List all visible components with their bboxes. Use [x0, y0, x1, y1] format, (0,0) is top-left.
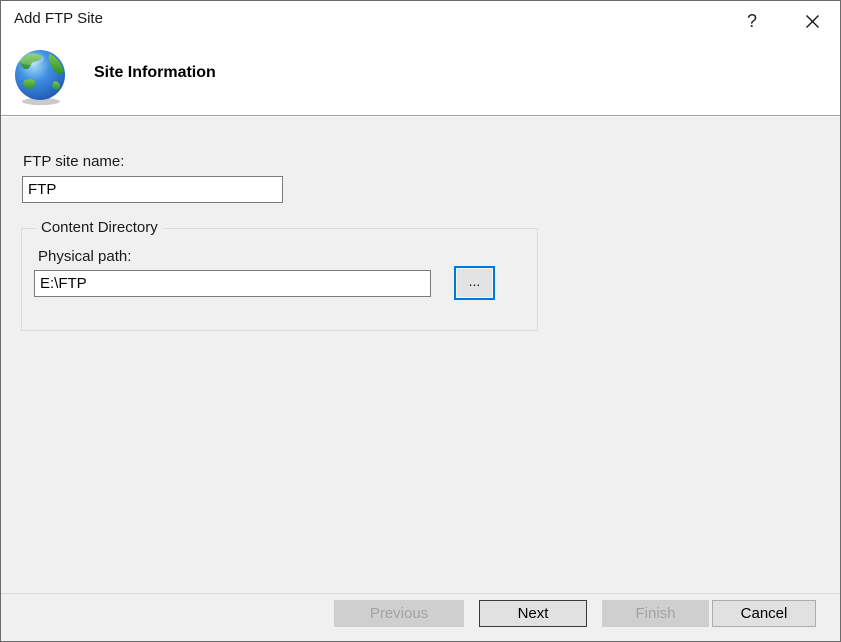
ellipsis-icon: ... — [468, 272, 481, 289]
dialog-footer: Previous Next Finish Cancel — [1, 593, 840, 641]
page-title: Site Information — [94, 64, 216, 81]
dialog-body: FTP site name: Content Directory Physica… — [1, 117, 840, 593]
ftp-site-name-label: FTP site name: — [23, 153, 125, 170]
content-directory-group: Content Directory Physical path: ... — [21, 219, 538, 331]
help-icon: ? — [746, 10, 757, 31]
window-title: Add FTP Site — [14, 10, 103, 27]
close-button[interactable] — [796, 5, 828, 37]
globe-icon — [15, 50, 65, 106]
dialog-header: Add FTP Site ? Site Information — [1, 1, 840, 116]
next-button[interactable]: Next — [479, 600, 587, 627]
help-button[interactable]: ? — [736, 5, 768, 37]
ftp-site-name-input[interactable] — [22, 176, 283, 203]
close-icon — [805, 14, 819, 28]
content-directory-group-label: Content Directory — [36, 219, 163, 236]
physical-path-input[interactable] — [34, 270, 431, 297]
browse-button[interactable]: ... — [454, 266, 495, 300]
finish-button[interactable]: Finish — [602, 600, 709, 627]
cancel-button[interactable]: Cancel — [712, 600, 816, 627]
physical-path-label: Physical path: — [38, 248, 132, 265]
add-ftp-site-dialog: Add FTP Site ? Site Information FTP site… — [0, 0, 841, 642]
previous-button[interactable]: Previous — [334, 600, 464, 627]
